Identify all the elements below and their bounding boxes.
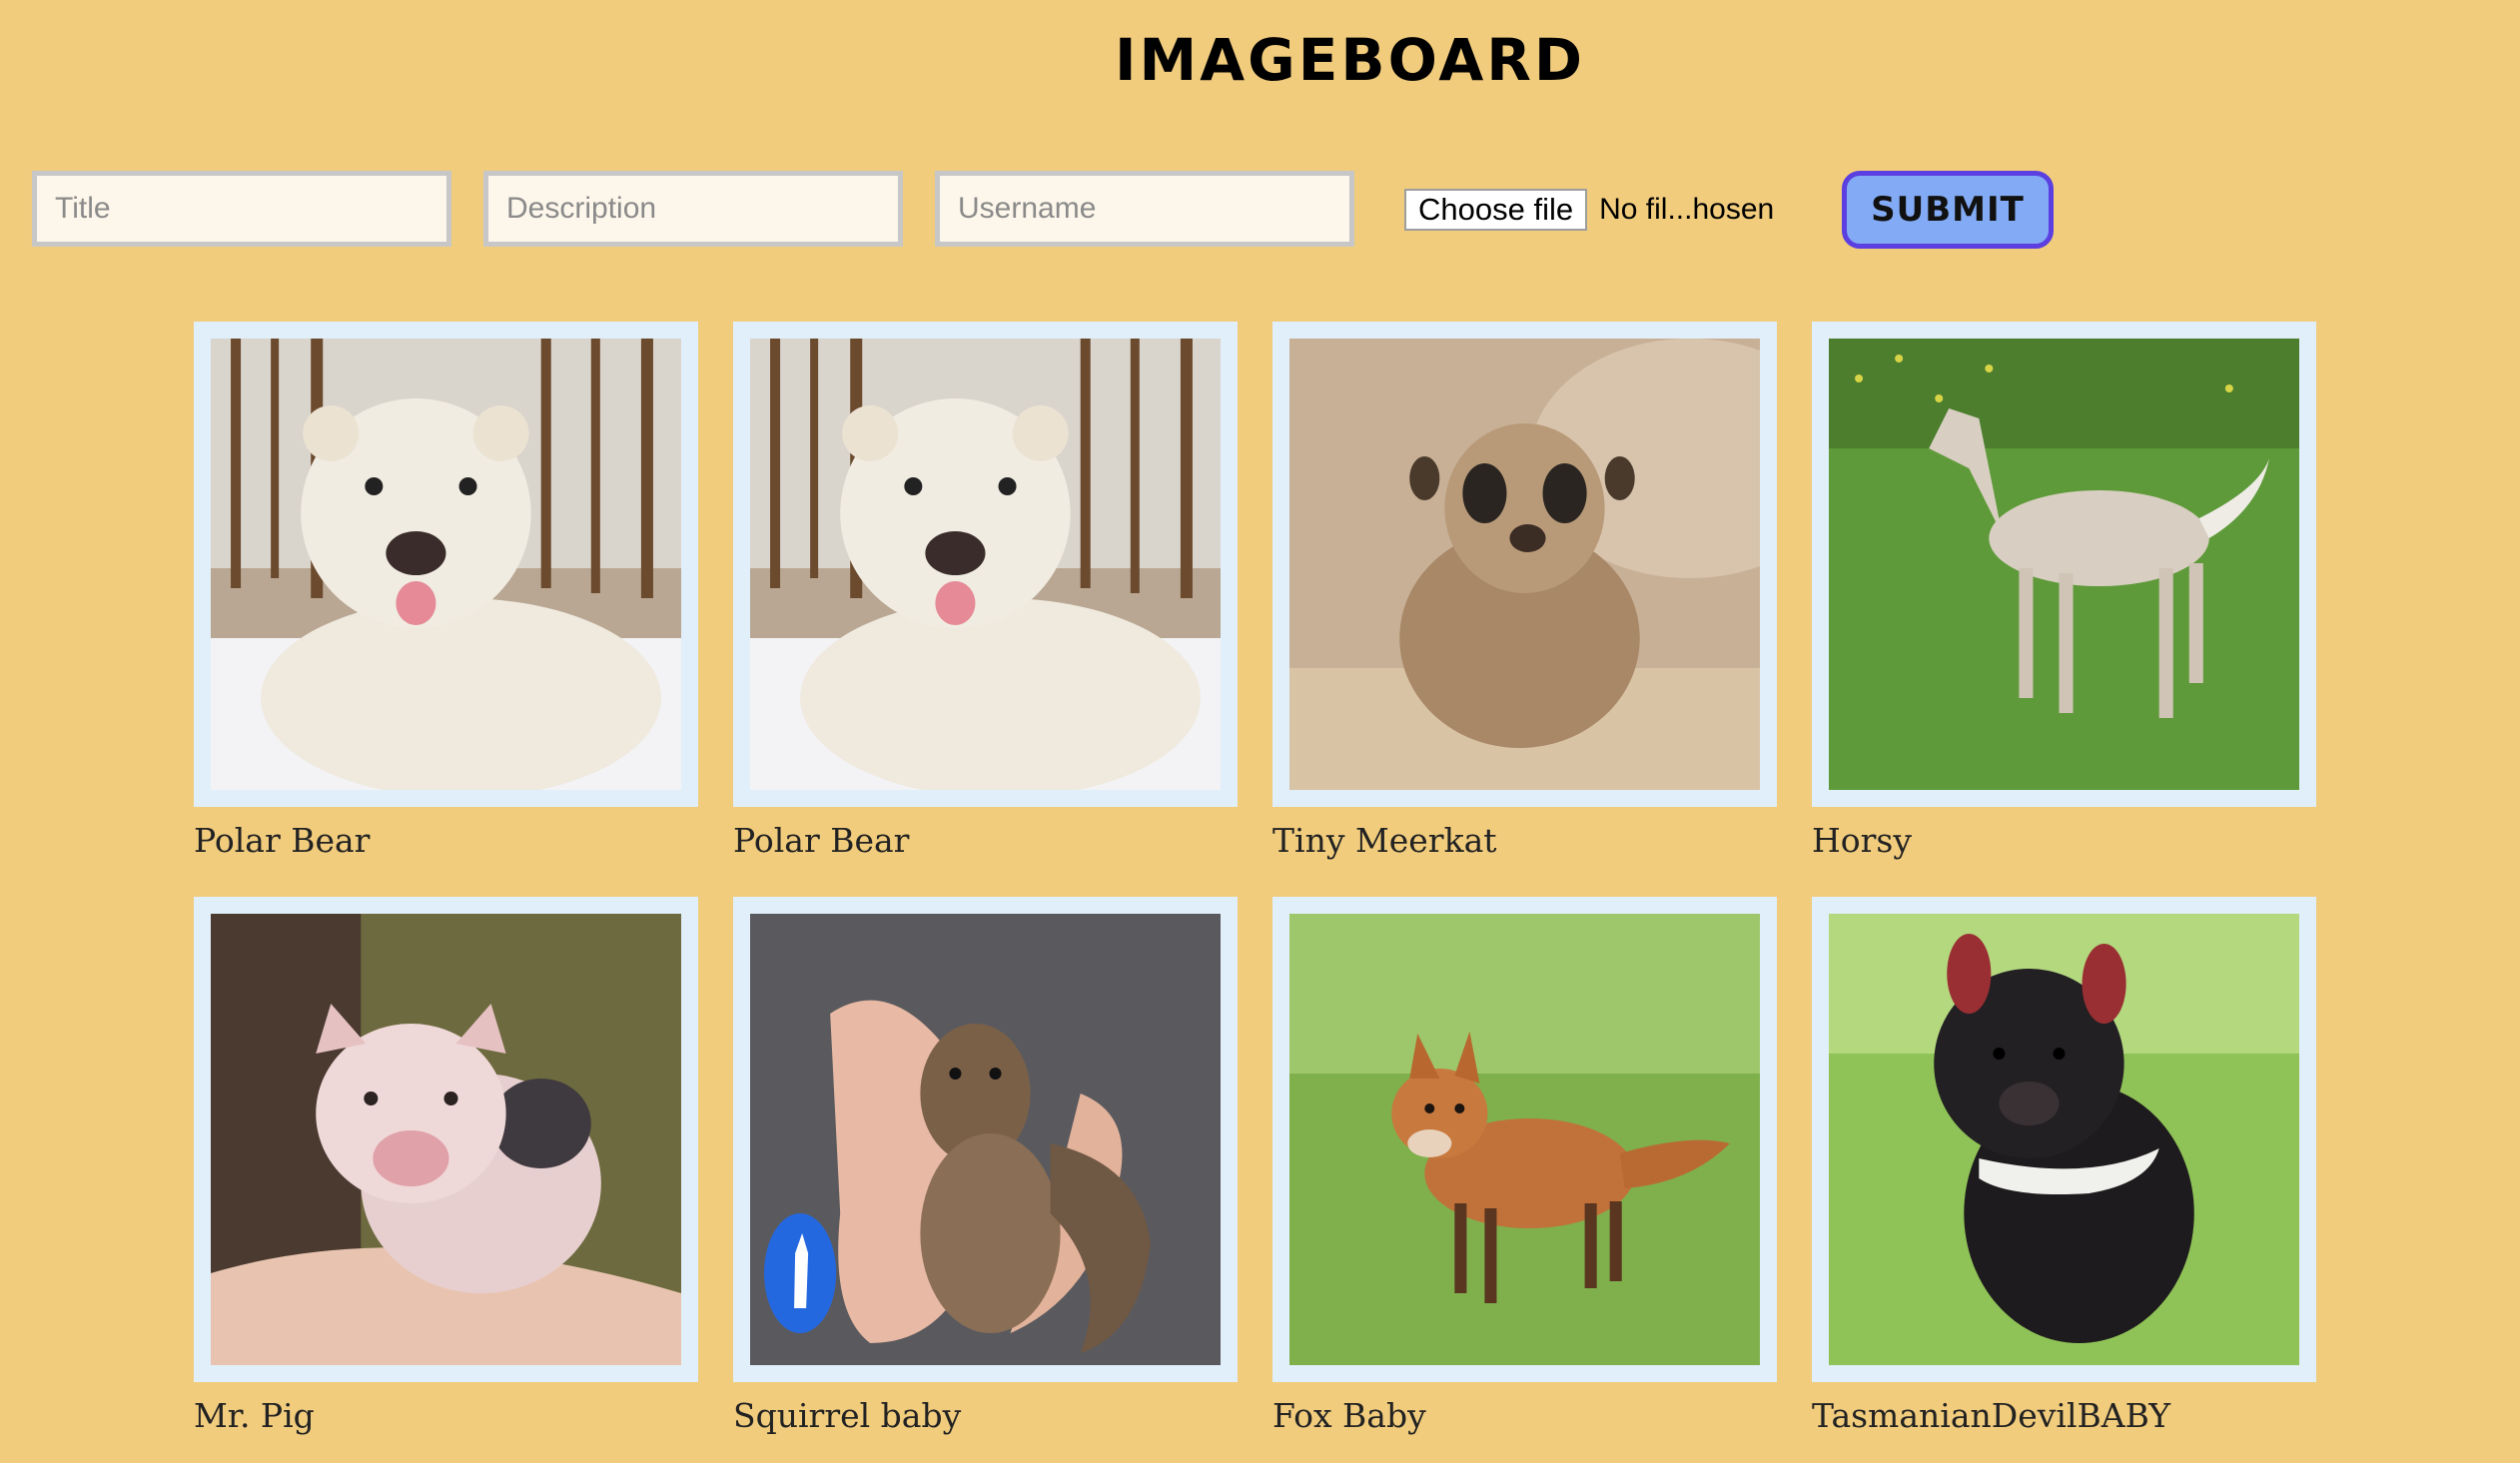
file-picker: Choose file No fil...hosen bbox=[1404, 189, 1774, 231]
image-card[interactable]: Horsy bbox=[1812, 322, 2316, 896]
tasmanian-devil-photo[interactable] bbox=[1829, 914, 2299, 1365]
image-frame bbox=[194, 322, 698, 807]
image-card[interactable]: Tiny Meerkat bbox=[1272, 322, 1777, 896]
title-input[interactable] bbox=[32, 171, 451, 247]
image-card[interactable]: Squirrel baby bbox=[733, 897, 1238, 1463]
piglet-photo[interactable] bbox=[211, 914, 681, 1365]
image-card[interactable]: Polar Bear bbox=[194, 322, 698, 896]
image-card[interactable]: Fox Baby bbox=[1272, 897, 1777, 1463]
squirrel-photo[interactable] bbox=[750, 914, 1221, 1365]
image-title: Mr. Pig bbox=[194, 1396, 315, 1435]
image-title: Polar Bear bbox=[733, 821, 910, 860]
image-card[interactable]: Mr. Pig bbox=[194, 897, 698, 1463]
polar-bear-photo[interactable] bbox=[211, 339, 681, 790]
image-frame bbox=[1272, 897, 1777, 1382]
submit-button[interactable]: SUBMIT bbox=[1842, 171, 2054, 249]
username-input[interactable] bbox=[935, 171, 1354, 247]
image-frame bbox=[733, 322, 1238, 807]
upload-form: Choose file No fil...hosen SUBMIT bbox=[32, 171, 2129, 250]
image-frame bbox=[194, 897, 698, 1382]
image-frame bbox=[1812, 897, 2316, 1382]
description-input[interactable] bbox=[483, 171, 903, 247]
meerkat-photo[interactable] bbox=[1289, 339, 1760, 790]
image-title: Polar Bear bbox=[194, 821, 371, 860]
page-title: IMAGEBOARD bbox=[1114, 26, 1586, 94]
image-card[interactable]: Polar Bear bbox=[733, 322, 1238, 896]
image-frame bbox=[1272, 322, 1777, 807]
choose-file-button[interactable]: Choose file bbox=[1404, 189, 1588, 231]
image-frame bbox=[1812, 322, 2316, 807]
image-frame bbox=[733, 897, 1238, 1382]
foal-photo[interactable] bbox=[1829, 339, 2299, 790]
image-title: Horsy bbox=[1812, 821, 1912, 860]
image-title: Squirrel baby bbox=[733, 1396, 962, 1435]
image-title: Tiny Meerkat bbox=[1272, 821, 1497, 860]
image-title: Fox Baby bbox=[1272, 1396, 1426, 1435]
polar-bear-photo[interactable] bbox=[750, 339, 1221, 790]
file-status-text: No fil...hosen bbox=[1599, 193, 1775, 226]
image-card[interactable]: TasmanianDevilBABY bbox=[1812, 897, 2316, 1463]
fox-cub-photo[interactable] bbox=[1289, 914, 1760, 1365]
image-title: TasmanianDevilBABY bbox=[1812, 1396, 2171, 1435]
